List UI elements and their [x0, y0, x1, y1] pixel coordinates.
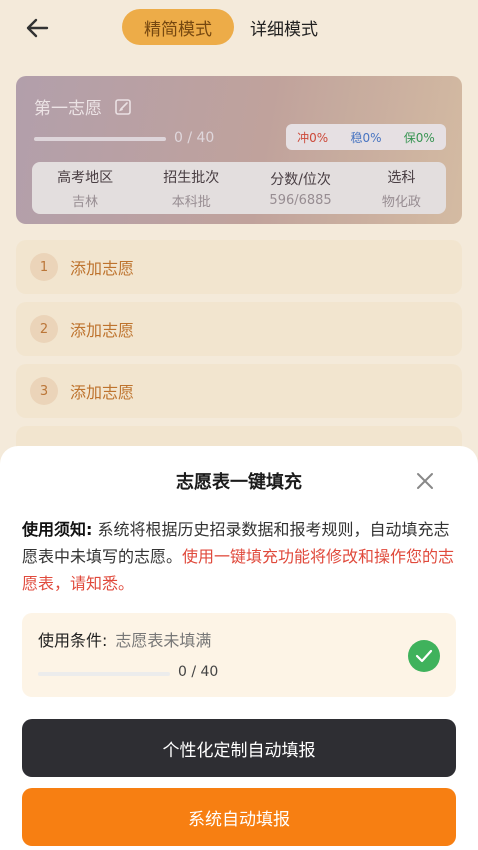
usage-notice: 使用须知: 系统将根据历史招录数据和报考规则，自动填充志愿表中未填写的志愿。使用…: [22, 516, 456, 597]
close-button[interactable]: [412, 468, 438, 494]
condition-line: 使用条件: 志愿表未填满: [38, 627, 211, 651]
close-icon: [417, 473, 433, 489]
custom-auto-fill-button[interactable]: 个性化定制自动填报: [22, 719, 456, 777]
check-icon: [408, 640, 440, 672]
system-auto-fill-button[interactable]: 系统自动填报: [22, 788, 456, 846]
condition-progress-bar: [38, 672, 170, 676]
condition-value: 志愿表未填满: [115, 631, 212, 650]
sheet-title: 志愿表一键填充: [176, 472, 302, 493]
auto-fill-sheet: 志愿表一键填充 使用须知: 系统将根据历史招录数据和报考规则，自动填充志愿表中未…: [0, 446, 478, 850]
notice-label: 使用须知:: [22, 520, 93, 539]
condition-label: 使用条件:: [38, 631, 108, 650]
condition-box: 使用条件: 志愿表未填满 0 / 40: [22, 613, 456, 697]
condition-progress-text: 0 / 40: [178, 664, 219, 680]
